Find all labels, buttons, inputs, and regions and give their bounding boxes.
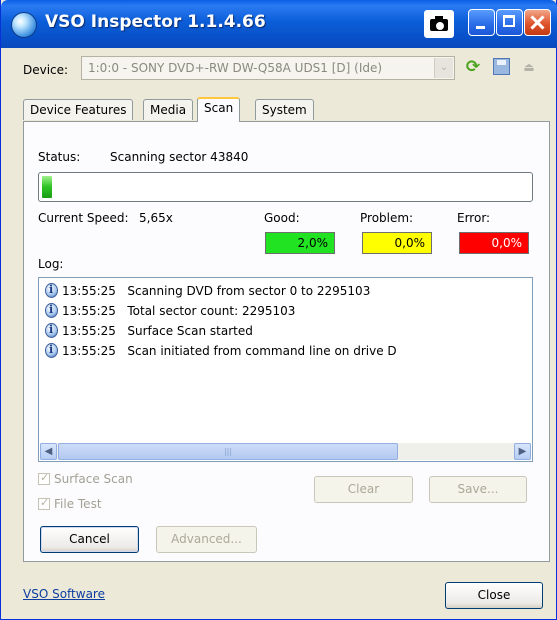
checkbox-checked-icon [38, 496, 50, 510]
device-label: Device: [23, 63, 69, 77]
scroll-left-icon[interactable]: ◀ [40, 443, 57, 460]
error-label: Error: [457, 211, 491, 225]
problem-label: Problem: [360, 211, 414, 225]
current-speed-label: Current Speed: [38, 211, 129, 225]
camera-icon[interactable] [424, 10, 454, 38]
advanced-button[interactable]: Advanced... [156, 526, 257, 553]
title-bar[interactable]: VSO Inspector 1.1.4.66 [1, 0, 557, 48]
close-icon[interactable] [524, 9, 551, 36]
info-icon [45, 303, 58, 318]
tab-scan[interactable]: Scan [197, 97, 241, 122]
log-entry: 13:55:25 Scan initiated from command lin… [45, 343, 397, 361]
surface-scan-checkbox[interactable]: Surface Scan [38, 471, 133, 486]
close-button[interactable]: Close [445, 582, 543, 609]
tab-device-features[interactable]: Device Features [23, 99, 134, 120]
clear-button[interactable]: Clear [314, 476, 413, 503]
info-icon [45, 323, 58, 338]
log-entry: 13:55:25 Scanning DVD from sector 0 to 2… [45, 283, 370, 301]
log-label: Log: [38, 257, 64, 271]
checkbox-checked-icon [38, 471, 50, 485]
current-speed-value: 5,65x [139, 211, 173, 225]
eject-icon: ⏏ [523, 60, 535, 74]
device-select-value: 1:0:0 - SONY DVD+-RW DW-Q58A UDS1 [D] (I… [88, 61, 383, 75]
window-title: VSO Inspector 1.1.4.66 [45, 12, 266, 32]
device-select: 1:0:0 - SONY DVD+-RW DW-Q58A UDS1 [D] (I… [81, 56, 455, 80]
error-value: 0,0% [459, 232, 529, 254]
info-icon [45, 343, 58, 358]
scan-progress-bar [38, 172, 533, 202]
maximize-icon[interactable] [496, 9, 523, 36]
status-label: Status: [38, 150, 81, 164]
minimize-icon[interactable] [468, 9, 495, 36]
save-button[interactable]: Save... [429, 476, 527, 503]
file-test-checkbox[interactable]: File Test [38, 496, 102, 511]
good-value: 2,0% [265, 232, 335, 254]
refresh-icon[interactable]: ⟳ [464, 58, 482, 76]
log-list[interactable]: 13:55:25 Scanning DVD from sector 0 to 2… [38, 277, 533, 462]
horizontal-scrollbar[interactable]: ◀ ||| ▶ [40, 443, 531, 460]
good-label: Good: [264, 211, 300, 225]
chevron-down-icon: ⌄ [434, 58, 453, 78]
status-text: Scanning sector 43840 [110, 150, 249, 164]
tab-system[interactable]: System [255, 99, 314, 120]
cancel-button[interactable]: Cancel [40, 526, 139, 553]
app-icon [11, 12, 37, 38]
scrollbar-thumb[interactable]: ||| [58, 443, 398, 460]
log-entry: 13:55:25 Surface Scan started [45, 323, 253, 341]
vso-software-link[interactable]: VSO Software [23, 587, 105, 601]
info-icon [45, 283, 58, 298]
problem-value: 0,0% [362, 232, 432, 254]
log-entry: 13:55:25 Total sector count: 2295103 [45, 303, 295, 321]
save-icon[interactable] [493, 58, 510, 75]
scroll-right-icon[interactable]: ▶ [514, 443, 531, 460]
app-window: VSO Inspector 1.1.4.66 Device: 1:0:0 - S… [0, 0, 557, 620]
progress-fill [42, 176, 52, 198]
tab-media[interactable]: Media [143, 99, 194, 120]
